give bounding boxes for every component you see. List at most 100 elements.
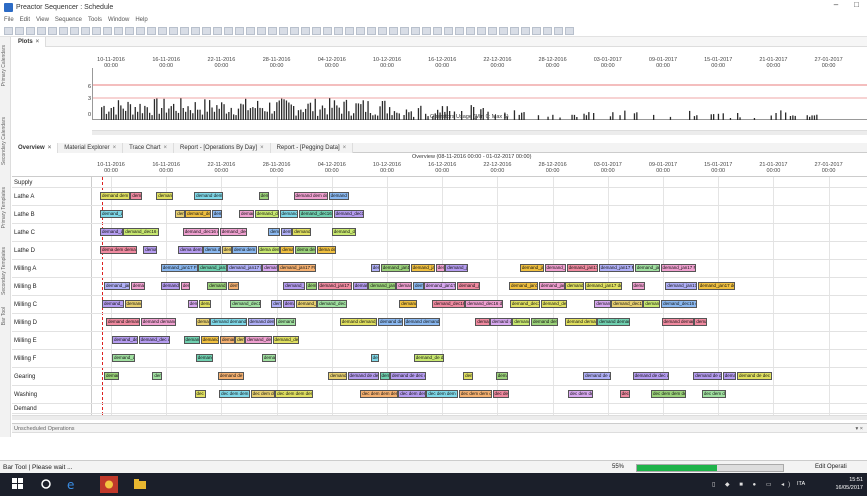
operation-bar[interactable]: dec dem dem demand dem bbox=[568, 390, 594, 398]
gantt-chart[interactable]: demand dem de demand_jan17 demand demand… bbox=[92, 177, 867, 415]
operation-bar[interactable]: demand_dec16 demand demand_dec16_FIN71 d… bbox=[643, 300, 661, 308]
side-tab-bar-tool[interactable]: Bar Tool bbox=[1, 307, 7, 325]
toolbar-button[interactable] bbox=[224, 26, 233, 35]
operation-bar[interactable]: demand_jan17 demand_jan17_FIN651 demand … bbox=[160, 282, 181, 290]
toolbar-button[interactable] bbox=[290, 26, 299, 35]
toolbar-button[interactable] bbox=[147, 26, 156, 35]
operation-bar[interactable]: demand de dec dem de bbox=[104, 372, 119, 380]
operation-bar[interactable]: demand_dec16 demand de dem dem dec bbox=[268, 228, 281, 236]
toolbar-button[interactable] bbox=[521, 26, 530, 35]
resource-label[interactable]: Gearing bbox=[14, 374, 35, 380]
operation-bar[interactable]: demand_jan17 demand_jan17_FIN651 demand … bbox=[305, 282, 317, 290]
operation-bar[interactable]: demand de dec dem de bbox=[217, 372, 245, 380]
operation-bar[interactable]: demand_jan17 FINDOE demand_jan17 demand_… bbox=[370, 264, 381, 272]
search-icon[interactable] bbox=[40, 478, 52, 490]
plot-horizontal-scrollbar[interactable] bbox=[92, 130, 867, 135]
toolbar-button[interactable] bbox=[114, 26, 123, 35]
operation-bar[interactable]: demand dem de demand_jan17 demand demand… bbox=[100, 192, 130, 200]
close-icon[interactable]: × bbox=[48, 145, 52, 151]
operation-bar[interactable]: demand demand_dec16_FIN671_1 demand_dec1… bbox=[210, 318, 247, 326]
operation-bar[interactable]: demand_dec16 demand demand demand de bbox=[100, 210, 124, 218]
operation-bar[interactable]: demand dem de demand_jan17 demand demand… bbox=[258, 192, 270, 200]
operation-bar[interactable]: demand_dec16 demand demand_dec16_FIN71 d… bbox=[230, 300, 261, 308]
operation-bar[interactable]: demand de dec dem de bbox=[583, 372, 612, 380]
toolbar-button[interactable] bbox=[191, 26, 200, 35]
operation-bar[interactable]: demand_jan17 demand_jan17_FIN651 demand … bbox=[352, 282, 368, 290]
operation-bar[interactable]: demand_jan17 demand_jan17_FIN651 demand … bbox=[584, 282, 622, 290]
operation-bar[interactable]: demand demand_dec16_FIN671_1 demand_dec1… bbox=[661, 318, 694, 326]
operation-bar[interactable]: demand_de demand_de demand dem demand_ja… bbox=[195, 354, 214, 362]
operation-bar[interactable]: demand dem de demand_jan17 demand demand… bbox=[293, 192, 329, 200]
operation-bar[interactable]: demand_dec16 demand demand_dec16_FIN71 d… bbox=[611, 300, 643, 308]
operation-bar[interactable]: demand_jan17 demand_jan17_FIN651 demand … bbox=[413, 282, 424, 290]
menu-window[interactable]: Window bbox=[108, 17, 129, 23]
toolbar-button[interactable] bbox=[488, 26, 497, 35]
minimize-button[interactable]: – bbox=[834, 0, 838, 9]
close-icon[interactable]: × bbox=[164, 145, 168, 151]
operation-bar[interactable]: demand_jan17 FINDOE demand_jan17 demand_… bbox=[198, 264, 227, 272]
operation-bar[interactable]: demand_dec16 demand demand_dec16_FIN71 d… bbox=[399, 300, 418, 308]
toolbar-button[interactable] bbox=[136, 26, 145, 35]
operation-bar[interactable]: dec dem dem demand dem bbox=[426, 390, 459, 398]
operation-bar[interactable]: demand_dec16 demand de dem dem dec bbox=[123, 228, 160, 236]
tab-report-operations-by-day[interactable]: Report - [Operations By Day] × bbox=[174, 142, 271, 153]
operation-bar[interactable]: demand_jan17 FINDOE demand_jan17 demand_… bbox=[445, 264, 469, 272]
operation-bar[interactable]: demand de dec dem de bbox=[379, 372, 390, 380]
operation-bar[interactable]: demand_dec16 demand de dem dem dec bbox=[280, 228, 292, 236]
operation-bar[interactable]: demand de dec dem de bbox=[328, 372, 347, 380]
operation-bar[interactable]: demand dem de demand_jan17 demand demand… bbox=[130, 192, 142, 200]
operation-bar[interactable]: demand_jan17 demand_jan17_FIN651 demand … bbox=[130, 282, 145, 290]
operation-bar[interactable]: demand_jan17 FINDOE demand_jan17 demand_… bbox=[660, 264, 697, 272]
operation-bar[interactable]: dec dem dem demand dem bbox=[398, 390, 426, 398]
operation-bar[interactable]: demand_jan17 demand_jan17_FIN651 demand … bbox=[228, 282, 239, 290]
operation-bar[interactable]: demand demand_dec16_FIN671_1 demand_dec1… bbox=[403, 318, 441, 326]
operation-bar[interactable]: demand_jan17 demand_jan17_FIN651 demand … bbox=[283, 282, 306, 290]
toolbar-button[interactable] bbox=[26, 26, 35, 35]
toolbar-button[interactable] bbox=[301, 26, 310, 35]
resource-label[interactable]: Lathe D bbox=[14, 248, 35, 254]
operation-bar[interactable]: demand_dec16 demand demand_dec16_FIN71 d… bbox=[540, 300, 568, 308]
operation-bar[interactable]: demand_jan17 FINDOE demand_jan17 demand_… bbox=[598, 264, 635, 272]
operation-bar[interactable]: demand de dec dem de bbox=[495, 372, 508, 380]
operation-bar[interactable]: demand_jan17 demand_jan17_FIN651 demand … bbox=[665, 282, 698, 290]
operation-bar[interactable]: demand_jan17 FINDOE demand_jan17 demand_… bbox=[634, 264, 660, 272]
operation-bar[interactable]: demand de dec dem de bbox=[737, 372, 772, 380]
toolbar-button[interactable] bbox=[345, 26, 354, 35]
operation-bar[interactable]: demand_dec16 demand de dem dem dec bbox=[100, 228, 123, 236]
operation-bar[interactable]: demand_jan17 demand_jan17_FIN651 demand … bbox=[317, 282, 353, 290]
operation-bar[interactable]: demand_jan17 demand_jan17_FIN651 demand … bbox=[396, 282, 413, 290]
operation-bar[interactable]: demand de dec dem de bbox=[390, 372, 427, 380]
operation-bar[interactable]: demand demand_dec16_FIN671_1 demand_dec1… bbox=[597, 318, 630, 326]
operation-bar[interactable]: demand demand_dec16_FIN671_1 demand_dec1… bbox=[378, 318, 404, 326]
toolbar-button[interactable] bbox=[48, 26, 57, 35]
operation-bar[interactable]: dema dem dema demand dema demand_dec16 d… bbox=[232, 246, 257, 254]
toolbar-button[interactable] bbox=[37, 26, 46, 35]
toolbar-button[interactable] bbox=[312, 26, 321, 35]
menu-tools[interactable]: Tools bbox=[88, 17, 102, 23]
resource-label[interactable]: Demand bbox=[14, 406, 37, 412]
operation-bar[interactable]: demand_jan17 demand_jan17_FIN651 demand … bbox=[538, 282, 565, 290]
toolbar-button[interactable] bbox=[543, 26, 552, 35]
operation-bar[interactable]: dec dem dem demand dem bbox=[219, 390, 251, 398]
toolbar-button[interactable] bbox=[356, 26, 365, 35]
toolbar-button[interactable] bbox=[367, 26, 376, 35]
tab-report-pegging-data[interactable]: Report - [Pegging Data] × bbox=[270, 142, 354, 153]
operation-bar[interactable]: demand_dec16 demand de dem dem dec bbox=[331, 228, 356, 236]
operation-bar[interactable]: demand demand_dec16_FIN671_1 demand_dec1… bbox=[694, 318, 708, 326]
operation-bar[interactable]: demand_jan17 FINDOE demand_jan17 demand_… bbox=[519, 264, 544, 272]
operation-bar[interactable]: demand_jan17 FINDOE demand_jan17 demand_… bbox=[435, 264, 445, 272]
toolbar-button[interactable] bbox=[202, 26, 211, 35]
operation-bar[interactable]: demand_jan17 FINDOE demand_jan17 demand_… bbox=[566, 264, 599, 272]
operation-bar[interactable]: dema dem dema demand dema demand_dec16 d… bbox=[143, 246, 157, 254]
operation-bar[interactable]: dec dem dem demand dem bbox=[275, 390, 314, 398]
close-icon[interactable]: × bbox=[36, 39, 40, 45]
operation-bar[interactable]: demand_dec16 demand demand_dec16_FIN71 d… bbox=[432, 300, 465, 308]
tab-plots[interactable]: Plots × bbox=[12, 36, 47, 47]
operation-bar[interactable]: demand_dec16 demand demand_dec16_FIN71 d… bbox=[295, 300, 317, 308]
resource-label[interactable]: Washing bbox=[14, 392, 37, 398]
operation-bar[interactable]: demand_dec demand_jan17 demand_jan17 dem bbox=[183, 336, 201, 344]
operation-bar[interactable]: dema dem dema demand dema demand_dec16 d… bbox=[280, 246, 295, 254]
operation-bar[interactable]: demand_dec demand_jan17 demand_jan17 dem bbox=[220, 336, 235, 344]
operation-bar[interactable]: demand demand_dec16_FIN671_1 demand_dec1… bbox=[106, 318, 141, 326]
operation-bar[interactable]: dema dem dema demand dema demand_dec16 d… bbox=[178, 246, 203, 254]
